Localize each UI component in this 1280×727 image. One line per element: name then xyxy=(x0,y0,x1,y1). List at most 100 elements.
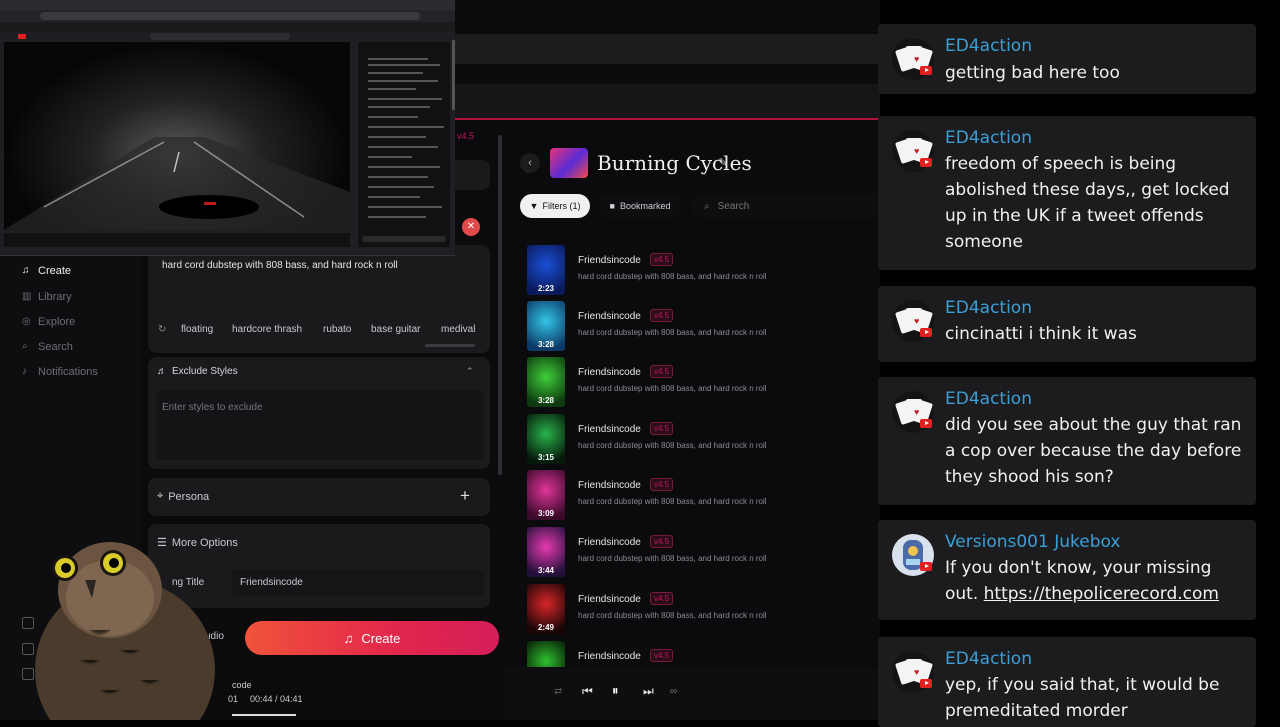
song-description: hard cord dubstep with 808 bass, and har… xyxy=(578,611,767,620)
form-scrollbar[interactable] xyxy=(498,135,502,475)
song-title[interactable]: Friendsincode xyxy=(578,537,641,548)
song-description: hard cord dubstep with 808 bass, and har… xyxy=(578,554,767,563)
chat-text-block: yep, if you said that, it would be preme… xyxy=(945,672,1245,724)
chat-author: ED4action xyxy=(945,649,1032,669)
youtube-logo xyxy=(18,34,26,39)
owl-illustration xyxy=(35,542,215,727)
sidebar-item-label: Create xyxy=(38,265,72,277)
style-tag[interactable]: base guitar xyxy=(371,324,420,335)
chat-link[interactable]: https://thepolicerecord.com xyxy=(984,584,1219,604)
music-note-icon: ♫ xyxy=(343,630,354,646)
song-row[interactable]: 3:09 Friendsincode v4.5 hard cord dubstep w… xyxy=(527,470,867,524)
persona-row[interactable]: ⌖ Persona xyxy=(157,490,209,503)
version-badge: v4.5 xyxy=(650,422,674,435)
song-duration: 2:23 xyxy=(537,284,554,293)
song-title[interactable]: Friendsincode xyxy=(578,594,641,605)
style-tag[interactable]: rubato xyxy=(323,324,351,335)
player-time: 00:44 / 04:41 xyxy=(250,694,303,704)
mini-player-controls xyxy=(4,233,350,247)
song-title[interactable]: Friendsincode xyxy=(578,311,641,322)
exclude-icon: ♬ xyxy=(157,366,167,377)
style-tag[interactable]: floating xyxy=(181,324,213,335)
prompt-text[interactable]: hard cord dubstep with 808 bass, and har… xyxy=(162,260,482,271)
bookmarked-button[interactable]: ■ Bookmarked xyxy=(598,194,682,218)
library-icon: ▥ xyxy=(22,291,32,302)
style-tag[interactable]: hardcore thrash xyxy=(232,324,302,335)
chat-author: ED4action xyxy=(945,389,1032,409)
version-badge: v4.5 xyxy=(650,478,674,491)
edit-icon[interactable]: ✎ xyxy=(718,156,727,169)
sidebar-item-search[interactable]: ⌕ Search xyxy=(22,341,73,353)
song-cover[interactable]: 3:28 xyxy=(527,301,565,351)
chat-message-text: getting bad here too xyxy=(945,63,1120,83)
song-row[interactable]: 3:44 Friendsincode v4.5 hard cord dubstep w… xyxy=(527,527,867,581)
search-input[interactable]: ⌕ Search xyxy=(692,194,880,218)
song-description: hard cord dubstep with 808 bass, and har… xyxy=(578,384,767,393)
repeat-icon[interactable]: ∞ xyxy=(670,686,677,697)
song-cover[interactable]: 2:23 xyxy=(527,245,565,295)
song-row[interactable]: 3:28 Friendsincode v4.5 hard cord dubstep w… xyxy=(527,301,867,355)
avatar: ♥ xyxy=(892,130,934,172)
sidebar-item-label: Notifications xyxy=(38,366,98,378)
mini-chat-panel xyxy=(358,42,450,247)
pause-icon[interactable]: ⏸ xyxy=(612,683,619,699)
app-close-button[interactable]: ✕ xyxy=(462,218,480,236)
svg-text:♥: ♥ xyxy=(914,316,919,326)
song-row[interactable]: 2:49 Friendsincode v4.5 hard cord dubstep w… xyxy=(527,584,867,638)
song-cover[interactable]: 3:28 xyxy=(527,357,565,407)
sidebar-item-explore[interactable]: ◎ Explore xyxy=(22,316,75,328)
song-row[interactable]: 2:23 Friendsincode v4.5 hard cord dubstep w… xyxy=(527,245,867,299)
song-title[interactable]: Friendsincode xyxy=(578,651,641,662)
compass-icon: ◎ xyxy=(22,316,31,327)
progress-bar[interactable] xyxy=(232,714,296,716)
svg-text:♥: ♥ xyxy=(914,667,919,677)
filters-button[interactable]: ▼ Filters (1) xyxy=(520,194,590,218)
mini-browser-tabs xyxy=(0,0,455,10)
style-tag[interactable]: medival xyxy=(441,324,475,335)
exclude-styles-header[interactable]: ♬ Exclude Styles xyxy=(157,366,238,377)
avatar xyxy=(892,534,934,576)
svg-text:♥: ♥ xyxy=(914,146,919,156)
playlist-title: Burning Cycles xyxy=(597,151,752,175)
plus-icon[interactable]: + xyxy=(460,486,470,506)
tag-scrollbar[interactable] xyxy=(425,344,475,347)
song-title[interactable]: Friendsincode xyxy=(578,367,641,378)
sidebar-item-notifications[interactable]: ♪ Notifications xyxy=(22,366,98,378)
song-cover[interactable]: 3:09 xyxy=(527,470,565,520)
song-description: hard cord dubstep with 808 bass, and har… xyxy=(578,441,767,450)
chat-message: ♥ ED4action getting bad here too xyxy=(878,24,1256,94)
song-cover[interactable]: 2:49 xyxy=(527,584,565,634)
owl-mascot xyxy=(30,520,240,727)
cover-art xyxy=(527,641,565,667)
song-title[interactable]: Friendsincode xyxy=(578,480,641,491)
sidebar-item-create[interactable]: ♫ Create xyxy=(22,265,71,277)
chat-text-block: cincinatti i think it was xyxy=(945,321,1245,347)
song-cover[interactable]: 3:15 xyxy=(527,414,565,464)
shuffle-icon[interactable]: ⇄ xyxy=(554,686,562,697)
back-button[interactable]: ‹ xyxy=(520,153,540,173)
chat-author: ED4action xyxy=(945,298,1032,318)
previous-icon[interactable]: ⏮ xyxy=(582,684,593,699)
song-row[interactable]: 3:28 Friendsincode v4.5 hard cord dubstep w… xyxy=(527,357,867,411)
song-duration: 2:49 xyxy=(537,623,554,632)
sidebar-item-library[interactable]: ▥ Library xyxy=(22,291,72,303)
refresh-icon[interactable]: ↻ xyxy=(158,324,166,335)
chevron-up-icon[interactable]: ⌃ xyxy=(466,366,474,377)
song-duration: 3:15 xyxy=(537,453,554,462)
mini-bookmarks-bar xyxy=(0,22,455,32)
mini-chat-lines xyxy=(362,58,446,242)
song-cover[interactable]: 3:44 xyxy=(527,527,565,577)
mini-scrollbar xyxy=(452,40,455,110)
create-button[interactable]: ♫ Create xyxy=(245,621,499,655)
exclude-styles-input[interactable] xyxy=(156,390,484,460)
song-title[interactable]: Friendsincode xyxy=(578,424,641,435)
song-row[interactable]: 3:15 Friendsincode v4.5 hard cord dubstep w… xyxy=(527,414,867,468)
song-row[interactable]: Friendsincode v4.5 xyxy=(527,641,867,667)
next-icon[interactable]: ⏭ xyxy=(643,684,654,699)
song-title[interactable]: Friendsincode xyxy=(578,255,641,266)
model-version-badge[interactable]: v4.5 xyxy=(457,131,474,141)
night-road-illustration xyxy=(4,137,350,230)
song-duration: 3:28 xyxy=(537,396,554,405)
youtube-icon xyxy=(920,562,932,571)
song-cover[interactable] xyxy=(527,641,565,667)
